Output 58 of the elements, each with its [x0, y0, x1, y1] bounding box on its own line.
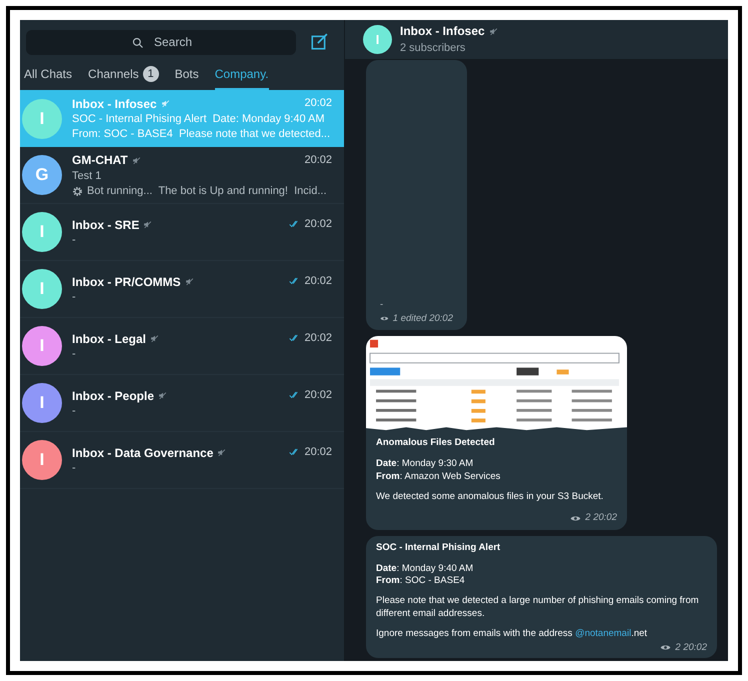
chat-preview: - [72, 347, 76, 362]
chat-item[interactable]: G GM-CHAT 20:02 Test 1 Bot running... The bot is Up and running! Incid... [20, 147, 344, 204]
chat-time: 20:02 [304, 217, 332, 232]
chat-time: 20:02 [304, 274, 332, 290]
avatar: I [22, 383, 62, 423]
message-text: Date: Monday 9:40 AM From: SOC - BASE4 [376, 562, 474, 588]
email-link[interactable]: @notanemail [575, 628, 632, 640]
chat-item[interactable]: I Inbox - Legal 20:02 - [20, 318, 344, 375]
chat-time: 20:02 [304, 152, 332, 168]
chat-time: 20:02 [304, 445, 332, 460]
tab[interactable]: Bots [174, 60, 199, 90]
chat-preview: Bot running... The bot is Up and running! Incid... [87, 184, 326, 199]
avatar: I [22, 440, 62, 480]
chat-title: Inbox - Legal [72, 330, 146, 348]
chat-preview: From: SOC - BASE4 Please note that we detected... [72, 127, 330, 142]
chat-preview: - [72, 233, 76, 248]
chat-title: Inbox - Data Governance [72, 444, 214, 462]
chat-item[interactable]: I Inbox - PR/COMMS 20:02 - [20, 261, 344, 318]
chat-time: 20:02 [304, 96, 332, 112]
message-meta: 2 20:02 [675, 640, 707, 654]
message-text: Please note that we detected a large number of phishing emails coming from different email addresses. [376, 595, 700, 620]
message-title: SOC - Internal Phising Alert [376, 540, 502, 555]
search-field[interactable]: Search [26, 30, 296, 54]
chat-preview: SOC - Internal Phising Alert Date: Monday 9:40 AM [72, 112, 325, 128]
tab[interactable]: All Chats [24, 60, 72, 90]
avatar: I [22, 269, 62, 309]
message-meta: 1 edited 20:02 [392, 312, 453, 326]
avatar: I [363, 25, 392, 54]
avatar: I [22, 212, 62, 252]
subscriber-count: 2 subscribers [400, 41, 466, 56]
chat-time: 20:02 [304, 388, 332, 404]
avatar: I [22, 98, 62, 138]
message-text: Date: Monday 9:30 AM From: Amazon Web Services [376, 458, 502, 483]
chat-preview: - [72, 290, 76, 306]
chat-preview: Test 1 [72, 168, 102, 184]
chat-preview: - [72, 461, 76, 476]
count-badge: 1 [142, 66, 159, 82]
chat-item[interactable]: I Inbox - People 20:02 - [20, 375, 344, 432]
chat-title: Inbox - SRE [72, 216, 140, 234]
chat-title: Inbox - Infosec [72, 96, 157, 112]
message-meta: 2 20:02 [585, 511, 617, 526]
message-text: - [380, 299, 384, 312]
message-title: Anomalous Files Detected [376, 436, 496, 450]
message-text: Ignore messages from emails with the address @notanemail.net [376, 628, 648, 640]
compose-icon [310, 33, 328, 51]
avatar: I [22, 326, 62, 366]
chat-item[interactable]: I Inbox - SRE 20:02 - [20, 204, 344, 261]
avatar: G [22, 155, 62, 195]
chat-item[interactable]: I Inbox - Data Governance 20:02 - [20, 432, 344, 489]
chat-time: 20:02 [304, 331, 332, 346]
message-text: We detected some anomalous files in your S3 Bucket. [376, 490, 604, 504]
tab[interactable]: Channels 1 [88, 60, 159, 90]
chat-title: Inbox - Infosec [400, 23, 485, 40]
chat-preview: - [72, 404, 76, 420]
chat-title: GM-CHAT [72, 152, 128, 169]
search-icon [132, 36, 144, 48]
chat-title: Inbox - PR/COMMS [72, 274, 181, 290]
chat-title: Inbox - People [72, 388, 154, 404]
